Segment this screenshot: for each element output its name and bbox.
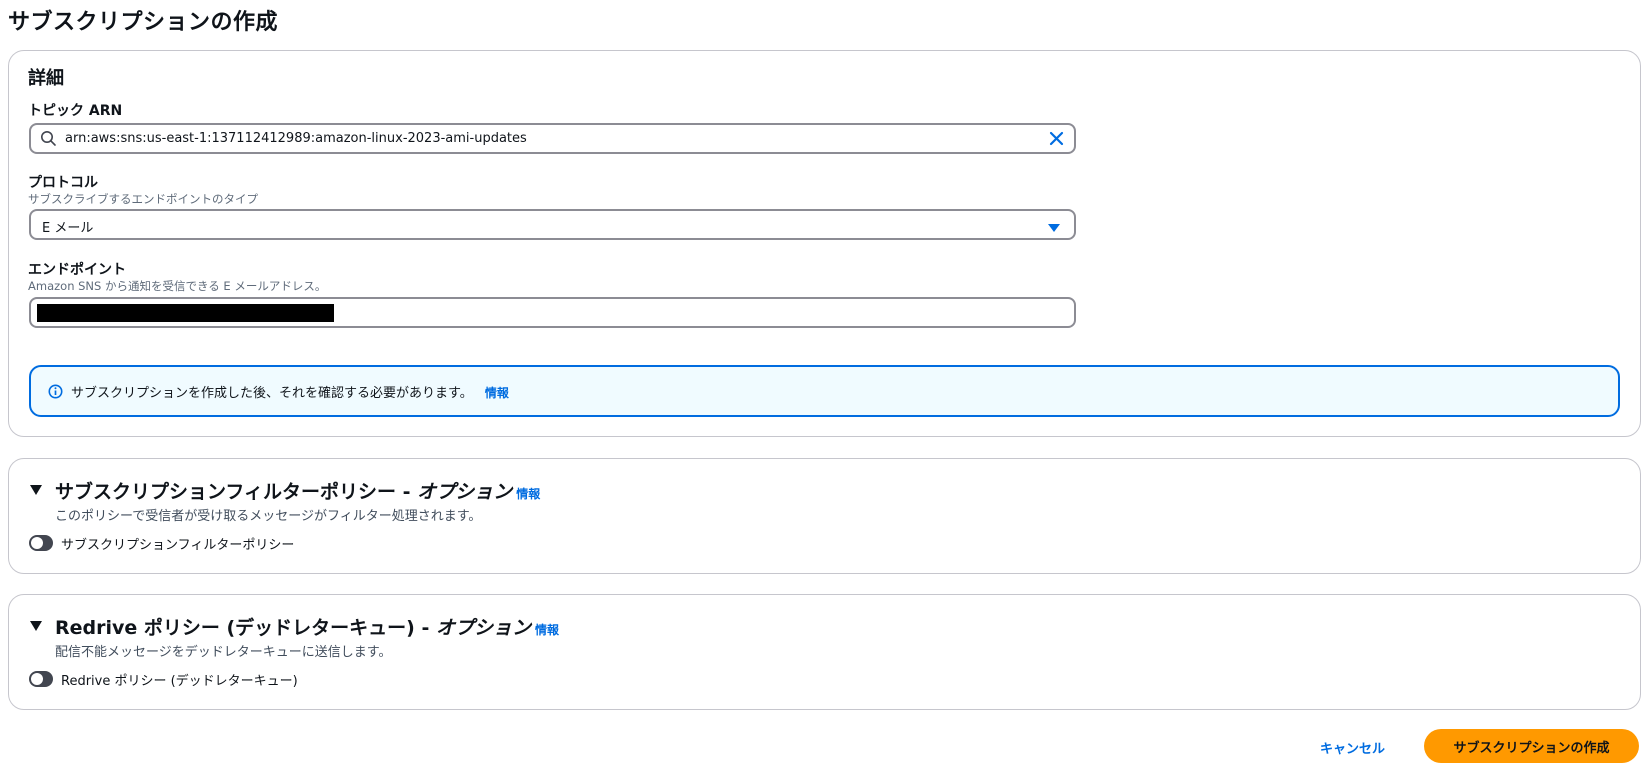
expand-caret-icon[interactable] (29, 481, 43, 500)
create-subscription-button[interactable]: サブスクリプションの作成 (1424, 729, 1639, 763)
redrive-policy-title: Redrive ポリシー (デッドレターキュー) - (55, 617, 436, 639)
redrive-policy-optional: オプション (435, 617, 531, 639)
protocol-select[interactable]: E メール (29, 209, 1076, 240)
alert-message: サブスクリプションを作成した後、それを確認する必要があります。 情報 (71, 382, 509, 401)
page-title: サブスクリプションの作成 (8, 10, 279, 35)
filter-policy-heading[interactable]: サブスクリプションフィルターポリシー - オプション 情報 (55, 477, 540, 504)
redrive-policy-toggle-label: Redrive ポリシー (デッドレターキュー) (61, 674, 298, 689)
protocol-label: プロトコル (28, 175, 98, 191)
alert-text: サブスクリプションを作成した後、それを確認する必要があります。 (71, 386, 473, 401)
filter-policy-card: サブスクリプションフィルターポリシー - オプション 情報 このポリシーで受信者が… (8, 458, 1641, 574)
redrive-policy-info-link[interactable]: 情報 (535, 623, 559, 637)
filter-policy-toggle[interactable] (29, 535, 53, 551)
topic-arn-value: arn:aws:sns:us-east-1:137112412989:amazo… (65, 131, 527, 146)
filter-policy-info-link[interactable]: 情報 (516, 487, 540, 501)
redrive-policy-toggle[interactable] (29, 671, 53, 687)
expand-caret-icon[interactable] (29, 617, 43, 636)
endpoint-input[interactable] (29, 297, 1076, 328)
confirmation-info-alert: サブスクリプションを作成した後、それを確認する必要があります。 情報 (29, 365, 1620, 417)
topic-arn-input[interactable]: arn:aws:sns:us-east-1:137112412989:amazo… (29, 123, 1076, 154)
details-card: 詳細 トピック ARN arn:aws:sns:us-east-1:137112… (8, 50, 1641, 437)
redrive-policy-card: Redrive ポリシー (デッドレターキュー) - オプション 情報 配信不能メ… (8, 594, 1641, 710)
redrive-policy-heading[interactable]: Redrive ポリシー (デッドレターキュー) - オプション 情報 (55, 613, 559, 640)
info-icon (48, 384, 63, 403)
topic-arn-label: トピック ARN (28, 103, 123, 119)
filter-policy-toggle-label: サブスクリプションフィルターポリシー (61, 538, 295, 553)
protocol-selected-value: E メール (42, 221, 94, 236)
protocol-description: サブスクライブするエンドポイントのタイプ (28, 192, 258, 206)
redacted-endpoint-value (37, 304, 334, 322)
caret-down-icon (1047, 219, 1061, 238)
clear-icon[interactable] (1049, 131, 1064, 150)
details-heading: 詳細 (28, 68, 64, 89)
redrive-policy-description: 配信不能メッセージをデッドレターキューに送信します。 (55, 645, 392, 660)
filter-policy-description: このポリシーで受信者が受け取るメッセージがフィルター処理されます。 (55, 509, 482, 524)
cancel-button[interactable]: キャンセル (1320, 738, 1385, 757)
filter-policy-optional: オプション (417, 481, 513, 503)
endpoint-label: エンドポイント (28, 262, 126, 278)
filter-policy-title: サブスクリプションフィルターポリシー - (55, 481, 418, 503)
endpoint-description: Amazon SNS から通知を受信できる E メールアドレス。 (28, 279, 327, 293)
alert-info-link[interactable]: 情報 (485, 386, 509, 400)
search-icon (40, 130, 57, 151)
